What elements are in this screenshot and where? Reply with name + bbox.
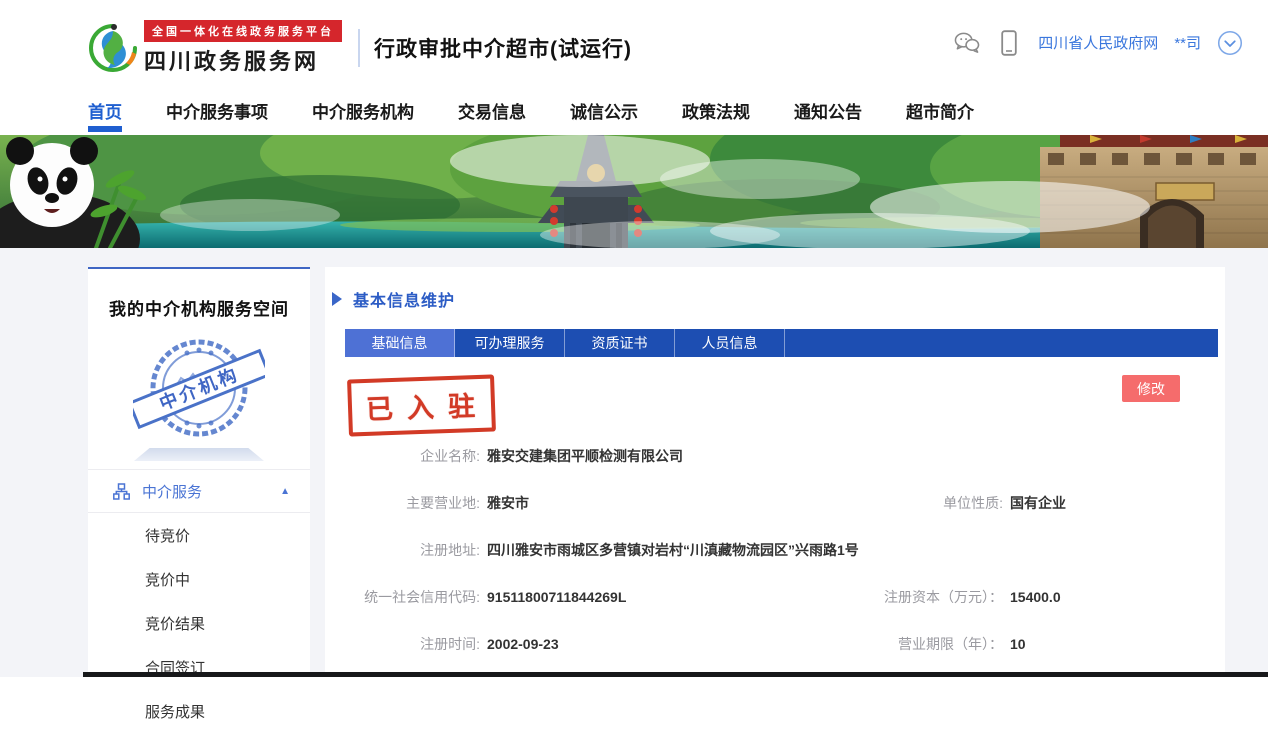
nav-item-notices[interactable]: 通知公告 <box>794 85 862 135</box>
section-title: 基本信息维护 <box>353 287 455 311</box>
sitemap-icon <box>113 483 130 500</box>
field-label: 注册地址: <box>325 539 487 561</box>
banner-image <box>0 135 1268 248</box>
field-label: 营业期限（年）： <box>825 633 1010 655</box>
registered-address-value: 四川雅安市雨城区多营镇对岩村“川滇藏物流园区”兴雨路1号 <box>487 539 859 561</box>
sidebar-item-contract-signing[interactable]: 合同签订 <box>88 645 310 689</box>
tab-basic-info[interactable]: 基础信息 <box>345 329 455 357</box>
nav-item-integrity[interactable]: 诚信公示 <box>570 85 638 135</box>
nav-item-trade-info[interactable]: 交易信息 <box>458 85 526 135</box>
triangle-right-icon <box>332 292 342 306</box>
registered-capital-value: 15400.0 <box>1010 586 1061 608</box>
gov-portal-link[interactable]: 四川省人民政府网 <box>1038 32 1158 53</box>
tab-personnel-info[interactable]: 人员信息 <box>675 329 785 357</box>
logged-in-username[interactable]: **司 <box>1174 32 1201 53</box>
company-name-value: 雅安交建集团平顺检测有限公司 <box>487 445 683 467</box>
form-row-regdate-term: 注册时间: 2002-09-23 营业期限（年）： 10 <box>325 633 1225 655</box>
form-row-location-nature: 主要营业地: 雅安市 单位性质: 国有企业 <box>325 492 1225 514</box>
sidebar-item-bidding[interactable]: 竞价中 <box>88 557 310 601</box>
field-label: 注册时间: <box>325 633 487 655</box>
field-label: 企业名称: <box>325 445 487 467</box>
chevron-down-icon[interactable] <box>1217 30 1243 56</box>
registered-stamp: 已入驻 <box>347 374 496 436</box>
header: 全国一体化在线政务服务平台 四川政务服务网 行政审批中介超市(试运行) 四川省人… <box>0 0 1268 85</box>
sidebar-group-label: 中介服务 <box>142 481 280 502</box>
portal-title: 行政审批中介超市(试运行) <box>374 33 632 63</box>
sidebar-menu: 中介服务 ▲ 待竞价 竞价中 竞价结果 合同签订 服务成果 <box>88 469 310 733</box>
bottom-strip <box>83 672 1268 677</box>
sidebar-item-pending-bid[interactable]: 待竞价 <box>88 513 310 557</box>
sidebar-group-intermediary-services[interactable]: 中介服务 ▲ <box>88 469 310 513</box>
sidebar-title: 我的中介机构服务空间 <box>88 269 310 320</box>
sidebar: 我的中介机构服务空间 中介机构 <box>88 267 310 677</box>
site-logo[interactable]: 全国一体化在线政务服务平台 四川政务服务网 行政审批中介超市(试运行) <box>88 20 632 76</box>
tab-qualification-certificates[interactable]: 资质证书 <box>565 329 675 357</box>
main-nav: 首页 中介服务事项 中介服务机构 交易信息 诚信公示 政策法规 通知公告 超市简… <box>0 85 1268 135</box>
form-row-registered-address: 注册地址: 四川雅安市雨城区多营镇对岩村“川滇藏物流园区”兴雨路1号 <box>325 539 1225 561</box>
nav-item-service-matters[interactable]: 中介服务事项 <box>166 85 268 135</box>
field-label: 主要营业地: <box>325 492 487 514</box>
active-underline <box>88 126 122 132</box>
tab-available-services[interactable]: 可办理服务 <box>455 329 565 357</box>
edit-button[interactable]: 修改 <box>1122 375 1180 402</box>
tabbar: 基础信息 可办理服务 资质证书 人员信息 <box>345 329 1218 357</box>
sichuan-gov-logo-icon <box>88 23 138 73</box>
stamp-shadow <box>134 448 264 461</box>
site-name: 四川政务服务网 <box>144 44 342 76</box>
agency-seal-stamp: 中介机构 <box>88 330 310 448</box>
form-row-company-name: 企业名称: 雅安交建集团平顺检测有限公司 <box>325 445 1225 467</box>
field-label: 单位性质: <box>825 492 1010 514</box>
business-location-value: 雅安市 <box>487 492 529 514</box>
unit-nature-value: 国有企业 <box>1010 492 1066 514</box>
wechat-icon[interactable] <box>954 30 980 56</box>
field-label: 注册资本（万元）： <box>825 586 1010 608</box>
form-row-credit-code-capital: 统一社会信用代码: 91511800711844269L 注册资本（万元）： 1… <box>325 586 1225 608</box>
main-panel: 基本信息维护 基础信息 可办理服务 资质证书 人员信息 已入驻 修改 企业名称:… <box>325 267 1225 677</box>
nav-item-home[interactable]: 首页 <box>88 85 122 135</box>
platform-badge: 全国一体化在线政务服务平台 <box>144 20 342 42</box>
sidebar-item-bid-results[interactable]: 竞价结果 <box>88 601 310 645</box>
business-term-value: 10 <box>1010 633 1026 655</box>
registration-date-value: 2002-09-23 <box>487 633 559 655</box>
triangle-up-icon[interactable]: ▲ <box>280 486 290 497</box>
credit-code-value: 91511800711844269L <box>487 586 626 608</box>
mobile-phone-icon[interactable] <box>996 30 1022 56</box>
basic-info-form: 企业名称: 雅安交建集团平顺检测有限公司 主要营业地: 雅安市 单位性质: 国有… <box>325 445 1225 655</box>
field-label: 统一社会信用代码: <box>325 586 487 608</box>
sidebar-item-service-outcomes[interactable]: 服务成果 <box>88 689 310 733</box>
header-divider <box>358 29 360 67</box>
nav-item-about[interactable]: 超市简介 <box>906 85 974 135</box>
nav-item-service-agencies[interactable]: 中介服务机构 <box>312 85 414 135</box>
nav-item-policies[interactable]: 政策法规 <box>682 85 750 135</box>
